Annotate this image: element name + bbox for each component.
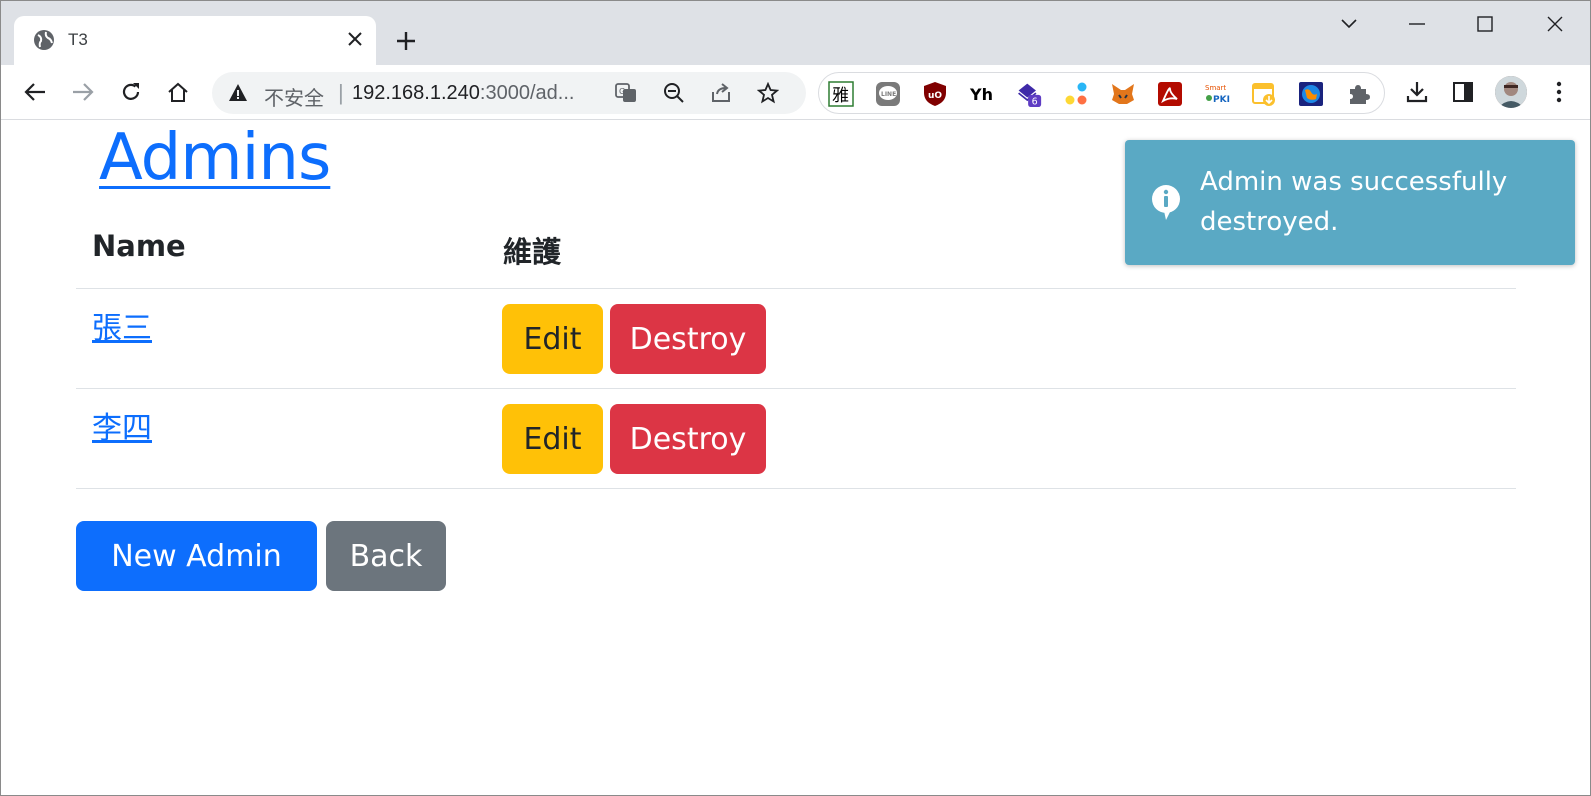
omnibox-separator: | [338, 80, 344, 105]
globe-extension-icon[interactable] [1298, 81, 1324, 107]
page-title[interactable]: Admins [99, 121, 331, 195]
extension-badge: 6 [1032, 96, 1038, 107]
menu-kebab-icon[interactable] [1543, 76, 1575, 108]
bookmark-star-icon[interactable] [756, 81, 780, 105]
yahoo-dictionary-icon[interactable]: 雅 [828, 81, 854, 107]
close-window-icon[interactable] [1532, 9, 1578, 39]
zoom-out-icon[interactable] [662, 81, 686, 105]
destroy-button[interactable]: Destroy [610, 304, 766, 374]
smartpki-icon[interactable]: Smart PKI [1204, 81, 1230, 107]
maximize-icon[interactable] [1462, 9, 1508, 39]
forward-arrow-icon[interactable] [67, 76, 99, 108]
browser-tab[interactable]: T3 [14, 16, 376, 65]
extensions-bar: 雅 LINE uO Yh 6 Smart PKI [818, 72, 1385, 114]
share-icon[interactable] [709, 81, 733, 105]
browser-toolbar: 不安全 | 192.168.1.240:3000/ad... G 雅 LINE … [1, 65, 1590, 120]
metamask-icon[interactable] [1110, 81, 1136, 107]
line-icon[interactable]: LINE [875, 81, 901, 107]
ublock-icon[interactable]: uO [922, 81, 948, 107]
puzzle-extensions-icon[interactable] [1345, 81, 1371, 107]
translate-icon[interactable]: G [614, 81, 638, 105]
svg-text:G: G [619, 87, 625, 96]
back-arrow-icon[interactable] [19, 76, 51, 108]
calendar-download-icon[interactable] [1251, 81, 1277, 107]
new-tab-icon[interactable] [391, 26, 421, 56]
svg-text:LINE: LINE [881, 91, 896, 98]
destroy-button[interactable]: Destroy [610, 404, 766, 474]
tab-strip: T3 [1, 1, 1590, 65]
yh-icon[interactable]: Yh [969, 81, 995, 107]
address-bar[interactable]: 不安全 | 192.168.1.240:3000/ad... G [212, 72, 806, 114]
edit-button[interactable]: Edit [502, 404, 603, 474]
info-icon [1150, 183, 1184, 221]
tab-title: T3 [68, 30, 88, 49]
new-admin-button[interactable]: New Admin [76, 521, 317, 591]
minimize-icon[interactable] [1394, 9, 1440, 39]
back-button[interactable]: Back [326, 521, 446, 591]
stack-extension-icon[interactable]: 6 [1016, 81, 1042, 107]
warning-triangle-icon[interactable] [228, 83, 248, 103]
svg-text:Smart: Smart [1205, 84, 1226, 92]
notification-toast[interactable]: Admin was successfully destroyed. [1125, 140, 1575, 265]
acrobat-icon[interactable] [1157, 81, 1183, 107]
reload-icon[interactable] [115, 76, 147, 108]
header-name: Name [92, 229, 186, 263]
home-icon[interactable] [162, 76, 194, 108]
toast-message: Admin was successfully destroyed. [1200, 167, 1508, 237]
svg-text:PKI: PKI [1213, 95, 1230, 105]
tab-search-chevron-icon[interactable] [1326, 9, 1372, 39]
svg-text:雅: 雅 [832, 86, 849, 106]
admin-name-link[interactable]: 張三 [92, 303, 152, 347]
url-path: :3000/ad... [479, 82, 575, 104]
table-row: 張三 Edit Destroy [76, 289, 1516, 389]
profile-avatar[interactable] [1495, 76, 1527, 108]
dots-icon[interactable] [1063, 81, 1089, 107]
insecure-label[interactable]: 不安全 [264, 82, 324, 111]
svg-text:uO: uO [928, 91, 942, 101]
svg-text:Yh: Yh [969, 85, 993, 104]
admin-name-link[interactable]: 李四 [92, 403, 152, 447]
download-icon[interactable] [1401, 76, 1433, 108]
tab-close-icon[interactable] [343, 27, 367, 51]
url-text[interactable]: 192.168.1.240:3000/ad... [352, 82, 574, 105]
header-maintenance: 維護 [503, 235, 562, 269]
table-row: 李四 Edit Destroy [76, 389, 1516, 489]
globe-favicon-icon [33, 29, 55, 51]
side-panel-icon[interactable] [1447, 76, 1479, 108]
url-host: 192.168.1.240 [352, 82, 480, 104]
edit-button[interactable]: Edit [502, 304, 603, 374]
